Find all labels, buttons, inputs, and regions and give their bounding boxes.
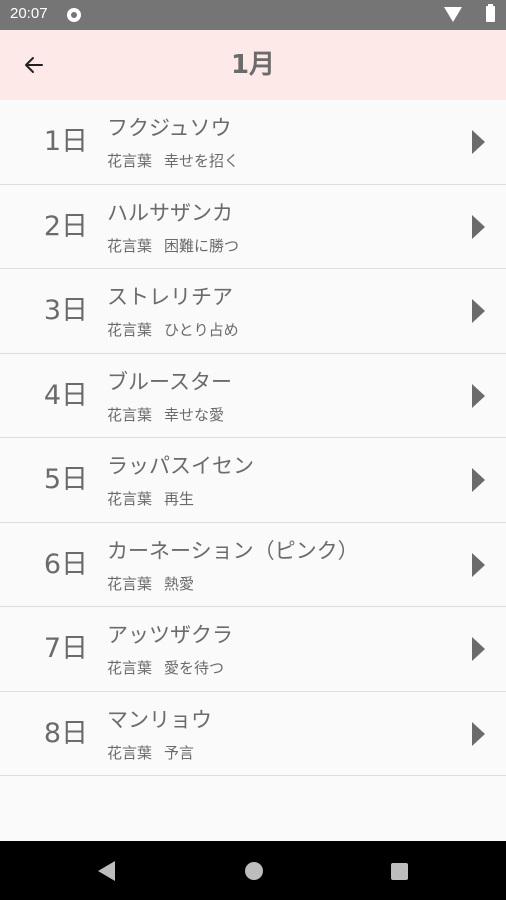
chevron-right-icon	[472, 214, 485, 239]
chevron-right-icon	[472, 130, 485, 154]
day-label: 5日	[43, 464, 88, 495]
list-item[interactable]: 6日 カーネーション（ピンク） 花言葉 熱愛	[0, 522, 506, 607]
flower-meaning: 花言葉 熱愛	[107, 573, 194, 594]
meaning-label: 花言葉	[107, 490, 153, 508]
flower-name: ストレリチア	[107, 285, 233, 309]
arrow-left-icon	[25, 57, 43, 73]
day-label: 3日	[43, 295, 88, 326]
meaning-label: 花言葉	[107, 743, 153, 762]
flower-meaning: 花言葉 幸せな愛	[107, 404, 224, 425]
system-nav-bar	[0, 841, 506, 900]
day-label: 4日	[43, 379, 88, 411]
nav-back-icon[interactable]	[98, 861, 115, 881]
day-label: 8日	[43, 717, 88, 749]
flower-meaning: 花言葉 愛を待つ	[107, 657, 224, 678]
meaning-text: 幸せを招く	[164, 152, 240, 170]
flower-name: アッツザクラ	[107, 623, 233, 647]
nav-home-icon[interactable]	[245, 862, 263, 880]
meaning-text: 再生	[164, 490, 195, 508]
battery-icon	[486, 4, 495, 22]
meaning-label: 花言葉	[107, 321, 153, 339]
chevron-right-icon	[472, 552, 485, 577]
flower-name: マンリョウ	[107, 707, 212, 732]
flower-meaning: 花言葉 幸せを招く	[107, 150, 239, 171]
flower-name: ラッパスイセン	[107, 454, 254, 478]
day-label: 7日	[43, 633, 88, 664]
wifi-icon	[444, 7, 462, 22]
flower-name: ハルサザンカ	[107, 200, 233, 225]
list-item[interactable]: 4日 ブルースター花言葉 幸せな愛	[0, 353, 506, 438]
meaning-text: 幸せな愛	[164, 405, 225, 424]
list-item[interactable]: 2日 ハルサザンカ花言葉 困難に勝つ	[0, 184, 506, 269]
flower-name: カーネーション（ピンク）	[107, 538, 359, 563]
app-notification-icon	[67, 8, 81, 22]
meaning-label: 花言葉	[107, 152, 153, 170]
meaning-label: 花言葉	[107, 659, 153, 677]
nav-recents-icon[interactable]	[391, 863, 408, 880]
back-button[interactable]	[16, 48, 52, 82]
flower-list: 1日 フクジュソウ 花言葉 幸せを招く 2日 ハルサザンカ 花言葉 困難に勝つ 3日 ストレリチア…	[0, 100, 506, 776]
day-label: 2日	[43, 210, 88, 242]
chevron-right-icon	[472, 299, 485, 323]
flower-meaning: 花言葉 困難に勝つ	[107, 235, 239, 256]
list-item[interactable]: 1日 フクジュソウ 花言葉 幸せを招く	[0, 100, 506, 185]
flower-meaning: 花言葉 再生	[107, 488, 194, 509]
day-label: 6日	[43, 548, 88, 580]
meaning-text: 熱愛	[164, 574, 195, 593]
chevron-right-icon	[472, 637, 485, 661]
meaning-label: 花言葉	[107, 574, 153, 593]
app-bar: 1月	[0, 30, 506, 100]
list-item[interactable]: 5日 ラッパスイセン 花言葉 再生	[0, 438, 506, 523]
flower-name: ブルースター	[107, 369, 232, 394]
list-item[interactable]: 7日 アッツザクラ 花言葉 愛を待つ	[0, 607, 506, 692]
meaning-text: ひとり占め	[164, 321, 239, 339]
chevron-right-icon	[472, 468, 485, 492]
day-label: 1日	[43, 126, 88, 157]
list-item[interactable]: 3日 ストレリチア 花言葉 ひとり占め	[0, 269, 506, 354]
flower-meaning: 花言葉 予言	[107, 742, 194, 763]
status-bar: 20:07	[0, 0, 506, 30]
chevron-right-icon	[472, 383, 485, 408]
meaning-text: 予言	[164, 743, 195, 762]
meaning-text: 困難に勝つ	[164, 236, 240, 255]
meaning-text: 愛を待つ	[164, 659, 225, 677]
page-title: 1月	[230, 50, 276, 80]
flower-meaning: 花言葉 ひとり占め	[107, 319, 239, 340]
chevron-right-icon	[472, 721, 485, 746]
list-item[interactable]: 8日 マンリョウ花言葉 予言	[0, 691, 506, 776]
status-time: 20:07	[10, 5, 48, 22]
meaning-label: 花言葉	[107, 236, 153, 255]
flower-name: フクジュソウ	[107, 116, 232, 140]
meaning-label: 花言葉	[107, 405, 153, 424]
